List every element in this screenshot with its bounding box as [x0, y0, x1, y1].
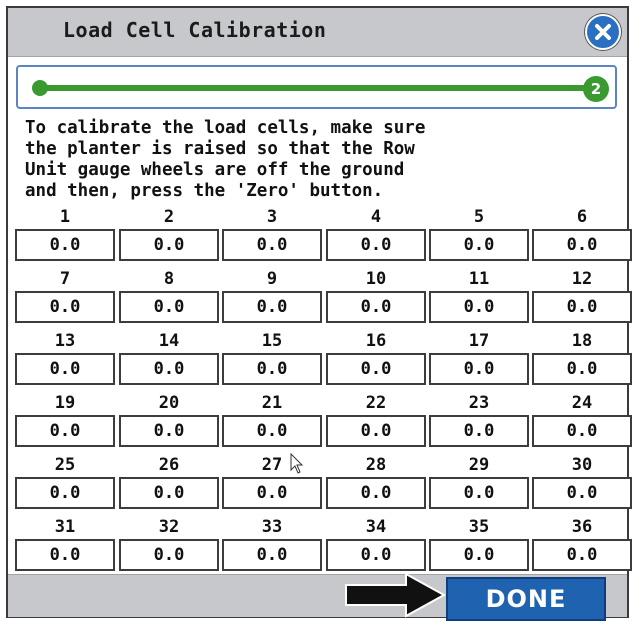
instruction-line: and then, press the 'Zero' button.	[25, 181, 384, 201]
load-cell-value: 0.0	[429, 415, 529, 447]
load-cell-label: 24	[571, 393, 593, 413]
load-cell-label: 17	[468, 331, 490, 351]
load-cell-label: 10	[365, 269, 387, 289]
load-cell-label: 29	[468, 455, 490, 475]
load-cell-value: 0.0	[429, 229, 529, 261]
load-cell-value: 0.0	[222, 353, 322, 385]
load-cell-value: 0.0	[15, 415, 115, 447]
load-cell-value: 0.0	[326, 477, 426, 509]
load-cell-value: 0.0	[429, 539, 529, 571]
title-bar: Load Cell Calibration	[8, 8, 627, 57]
load-cell-label: 22	[365, 393, 387, 413]
load-cell-value: 0.0	[15, 539, 115, 571]
load-cell-value: 0.0	[532, 415, 632, 447]
dialog-frame: Load Cell Calibration 2 To calibrate the…	[6, 6, 632, 618]
load-cell-label: 15	[261, 331, 283, 351]
load-cell-label: 9	[266, 269, 278, 289]
load-cell-label: 31	[54, 517, 76, 537]
progress-bar: 2	[16, 65, 617, 109]
mouse-cursor-icon	[290, 453, 304, 474]
load-cell-value: 0.0	[15, 477, 115, 509]
load-cell-label: 36	[571, 517, 593, 537]
load-cell-label: 5	[473, 207, 485, 227]
load-cell-label: 1	[59, 207, 71, 227]
load-cell-value: 0.0	[222, 291, 322, 323]
instruction-line: the planter is raised so that the Row	[25, 139, 415, 159]
load-cell-label: 19	[54, 393, 76, 413]
load-cell-value: 0.0	[326, 415, 426, 447]
load-cell-label: 25	[54, 455, 76, 475]
load-cell-label: 2	[163, 207, 175, 227]
load-cell-value: 0.0	[429, 291, 529, 323]
instruction-line: To calibrate the load cells, make sure	[25, 118, 426, 138]
load-cell-value: 0.0	[119, 539, 219, 571]
load-cell-value: 0.0	[15, 229, 115, 261]
load-cell-value: 0.0	[119, 229, 219, 261]
load-cell-label: 27	[261, 455, 283, 475]
load-cell-value: 0.0	[326, 353, 426, 385]
load-cell-label: 23	[468, 393, 490, 413]
close-icon	[595, 24, 611, 40]
load-cell-label: 11	[468, 269, 490, 289]
load-cell-label: 14	[158, 331, 180, 351]
progress-fill	[38, 85, 593, 91]
load-cell-label: 16	[365, 331, 387, 351]
dialog-title: Load Cell Calibration	[63, 18, 327, 42]
load-cell-value: 0.0	[532, 291, 632, 323]
instruction-line: Unit gauge wheels are off the ground	[25, 160, 405, 180]
load-cell-label: 35	[468, 517, 490, 537]
load-cell-label: 28	[365, 455, 387, 475]
load-cell-value: 0.0	[429, 477, 529, 509]
load-cell-label: 21	[261, 393, 283, 413]
load-cell-value: 0.0	[326, 539, 426, 571]
load-cell-label: 33	[261, 517, 283, 537]
load-cell-label: 20	[158, 393, 180, 413]
load-cell-label: 30	[571, 455, 593, 475]
close-button[interactable]	[585, 14, 621, 50]
load-cell-label: 26	[158, 455, 180, 475]
load-cell-value: 0.0	[532, 477, 632, 509]
load-cell-value: 0.0	[222, 229, 322, 261]
load-cell-value: 0.0	[15, 353, 115, 385]
load-cell-label: 8	[163, 269, 175, 289]
load-cell-value: 0.0	[326, 229, 426, 261]
load-cell-label: 7	[59, 269, 71, 289]
load-cell-value: 0.0	[429, 353, 529, 385]
arrow-right-icon	[345, 572, 447, 618]
load-cell-value: 0.0	[119, 353, 219, 385]
load-cell-value: 0.0	[119, 415, 219, 447]
load-cell-label: 6	[576, 207, 588, 227]
load-cell-value: 0.0	[532, 229, 632, 261]
done-button[interactable]: DONE	[446, 577, 606, 621]
load-cell-value: 0.0	[222, 415, 322, 447]
load-cell-label: 12	[571, 269, 593, 289]
load-cell-label: 4	[370, 207, 382, 227]
load-cell-value: 0.0	[326, 291, 426, 323]
load-cell-label: 13	[54, 331, 76, 351]
load-cell-label: 3	[266, 207, 278, 227]
load-cell-value: 0.0	[222, 477, 322, 509]
load-cell-value: 0.0	[119, 477, 219, 509]
load-cell-label: 32	[158, 517, 180, 537]
load-cell-value: 0.0	[222, 539, 322, 571]
load-cell-label: 18	[571, 331, 593, 351]
load-cell-value: 0.0	[532, 353, 632, 385]
load-cell-label: 34	[365, 517, 387, 537]
load-cell-value: 0.0	[532, 539, 632, 571]
load-cell-value: 0.0	[119, 291, 219, 323]
progress-step-badge: 2	[583, 76, 609, 102]
instructions: To calibrate the load cells, make sure t…	[25, 118, 625, 202]
load-cell-value: 0.0	[15, 291, 115, 323]
